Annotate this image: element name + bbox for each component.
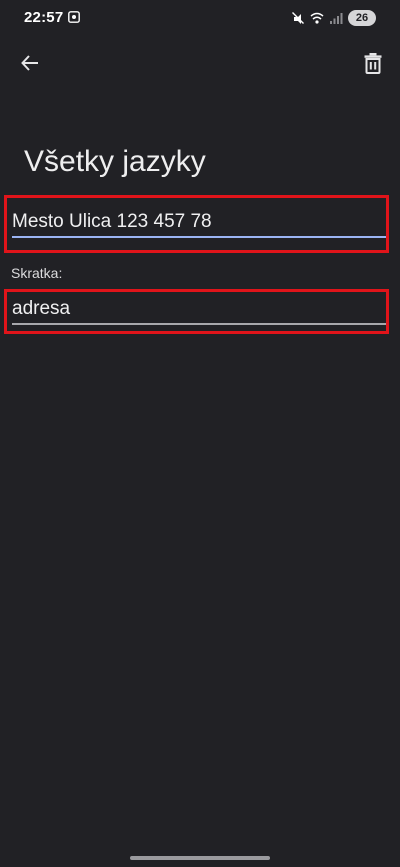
screen-record-icon xyxy=(68,11,80,23)
navigation-handle[interactable] xyxy=(130,856,270,860)
back-button[interactable] xyxy=(10,43,50,83)
shortcut-input-underline xyxy=(12,323,386,325)
page-title: Všetky jazyky xyxy=(24,145,206,178)
status-bar: 22:57 26 xyxy=(0,0,400,36)
silent-icon xyxy=(292,12,304,24)
trash-icon xyxy=(364,53,382,74)
battery-icon: 26 xyxy=(348,10,376,26)
status-icons: 26 xyxy=(291,8,376,28)
shortcut-input[interactable] xyxy=(12,296,386,322)
signal-icon xyxy=(330,13,343,24)
status-time: 22:57 xyxy=(24,9,64,26)
delete-button[interactable] xyxy=(353,43,393,83)
phrase-input-underline xyxy=(12,236,386,238)
arrow-left-icon xyxy=(21,55,38,71)
wifi-icon xyxy=(310,12,324,24)
shortcut-label: Skratka: xyxy=(11,265,63,281)
phrase-input[interactable] xyxy=(12,209,386,235)
